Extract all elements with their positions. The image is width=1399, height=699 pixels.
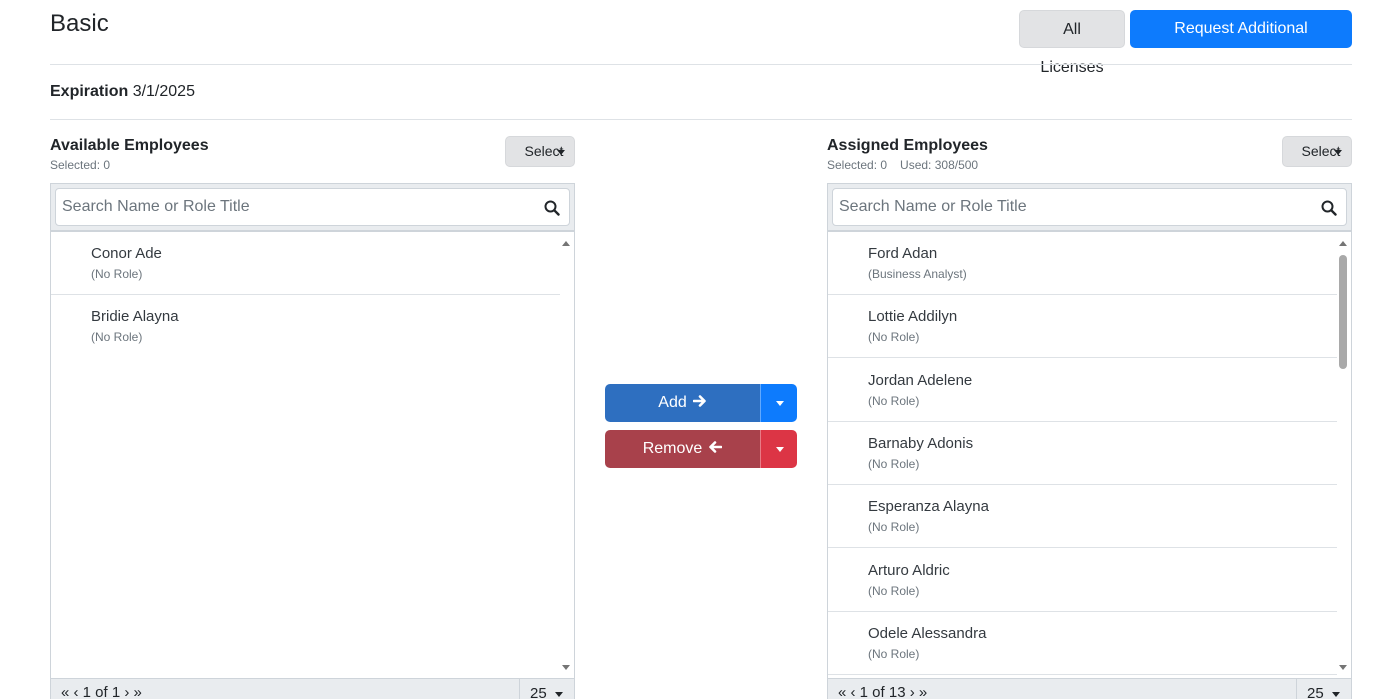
arrow-right-icon <box>692 395 706 408</box>
caret-down-icon <box>1334 150 1342 155</box>
expiration: Expiration 3/1/2025 <box>50 83 195 101</box>
page-size-select[interactable]: 25 <box>1296 679 1353 699</box>
add-label: Add <box>658 394 687 411</box>
assigned-selected-count: Selected: 0 <box>827 158 888 172</box>
available-select-dropdown[interactable]: Select <box>505 136 575 167</box>
list-item[interactable]: Jordan Adelene (No Role) <box>828 359 1337 422</box>
employee-role: (No Role) <box>91 267 143 281</box>
employee-name: Ford Adan <box>868 245 938 262</box>
list-item[interactable]: Barnaby Adonis (No Role) <box>828 422 1337 485</box>
employee-name: Arturo Aldric <box>868 562 950 579</box>
employee-role: (No Role) <box>868 457 920 471</box>
add-button[interactable]: Add <box>605 384 760 422</box>
remove-button[interactable]: Remove <box>605 430 760 468</box>
list-item[interactable]: Arturo Aldric (No Role) <box>828 549 1337 612</box>
pagination-controls[interactable]: « ‹ 1 of 1 › » <box>61 684 142 699</box>
scroll-up-arrow[interactable] <box>1339 241 1347 246</box>
list-item[interactable]: Ford Adan (Business Analyst) <box>828 232 1337 295</box>
add-button-group: Add <box>605 384 797 422</box>
caret-down-icon <box>776 401 784 406</box>
caret-down-icon <box>1331 691 1340 697</box>
divider <box>50 119 1352 120</box>
available-title: Available Employees <box>50 137 209 154</box>
page-size-select[interactable]: 25 <box>519 679 576 699</box>
available-list[interactable]: Conor Ade (No Role) Bridie Alayna (No Ro… <box>50 231 575 679</box>
available-panel-header: Available Employees Selected: 0 <box>50 137 209 172</box>
caret-down-icon <box>557 150 565 155</box>
list-item[interactable]: Odele Alessandra (No Role) <box>828 612 1337 675</box>
search-icon[interactable] <box>544 200 560 216</box>
employee-role: (No Role) <box>91 330 143 344</box>
assigned-meta: Selected: 0 Used: 308/500 <box>827 158 988 172</box>
page-title: Basic <box>50 10 109 37</box>
list-item[interactable]: Conor Ade (No Role) <box>51 232 560 295</box>
employee-name: Barnaby Adonis <box>868 435 974 452</box>
employee-name: Jordan Adelene <box>868 372 973 389</box>
employee-name: Esperanza Alayna <box>868 498 989 515</box>
assigned-search-input[interactable] <box>832 188 1347 226</box>
add-options-dropdown[interactable] <box>760 384 797 422</box>
assigned-list[interactable]: Ford Adan (Business Analyst) Lottie Addi… <box>827 231 1352 679</box>
expiration-value: 3/1/2025 <box>132 83 195 100</box>
remove-options-dropdown[interactable] <box>760 430 797 468</box>
employee-role: (No Role) <box>868 647 920 661</box>
arrow-left-icon <box>709 441 723 454</box>
available-search-container <box>50 183 575 231</box>
page-size-value: 25 <box>1307 685 1324 699</box>
available-selected-count: Selected: 0 <box>50 158 111 172</box>
available-search-input[interactable] <box>55 188 570 226</box>
remove-label: Remove <box>642 440 703 457</box>
assigned-pager: « ‹ 1 of 13 › » 25 <box>827 679 1352 699</box>
request-licenses-button[interactable]: Request Additional Licenses <box>1130 10 1352 75</box>
employee-name: Lottie Addilyn <box>868 308 958 325</box>
all-licenses-button[interactable]: All Licenses <box>1019 10 1125 76</box>
scroll-down-arrow[interactable] <box>562 665 570 670</box>
available-pager: « ‹ 1 of 1 › » 25 <box>50 679 575 699</box>
page-size-value: 25 <box>530 685 547 699</box>
list-item[interactable]: Bridie Alayna (No Role) <box>51 295 560 358</box>
divider <box>50 64 1352 65</box>
pagination-controls[interactable]: « ‹ 1 of 13 › » <box>838 684 927 699</box>
assigned-search-container <box>827 183 1352 231</box>
caret-down-icon <box>776 447 784 452</box>
remove-button-group: Remove <box>605 430 797 468</box>
employee-name: Conor Ade <box>91 245 162 262</box>
caret-down-icon <box>554 691 563 697</box>
assigned-panel-header: Assigned Employees Selected: 0 Used: 308/… <box>827 137 988 172</box>
employee-role: (No Role) <box>868 520 920 534</box>
scrollbar-thumb[interactable] <box>1339 255 1347 369</box>
employee-name: Bridie Alayna <box>91 308 179 325</box>
employee-role: (No Role) <box>868 584 920 598</box>
employee-name: Odele Alessandra <box>868 625 987 642</box>
search-icon[interactable] <box>1321 200 1337 216</box>
employee-role: (No Role) <box>868 330 920 344</box>
assigned-used-count: Used: 308/500 <box>900 158 979 172</box>
list-item[interactable]: Esperanza Alayna (No Role) <box>828 485 1337 548</box>
list-item[interactable]: Lottie Addilyn (No Role) <box>828 295 1337 358</box>
employee-role: (Business Analyst) <box>868 267 967 281</box>
scroll-up-arrow[interactable] <box>562 241 570 246</box>
assigned-select-dropdown[interactable]: Select <box>1282 136 1352 167</box>
expiration-label: Expiration <box>50 83 129 100</box>
employee-role: (No Role) <box>868 394 920 408</box>
assigned-title: Assigned Employees <box>827 137 988 154</box>
scroll-down-arrow[interactable] <box>1339 665 1347 670</box>
available-meta: Selected: 0 <box>50 158 209 172</box>
